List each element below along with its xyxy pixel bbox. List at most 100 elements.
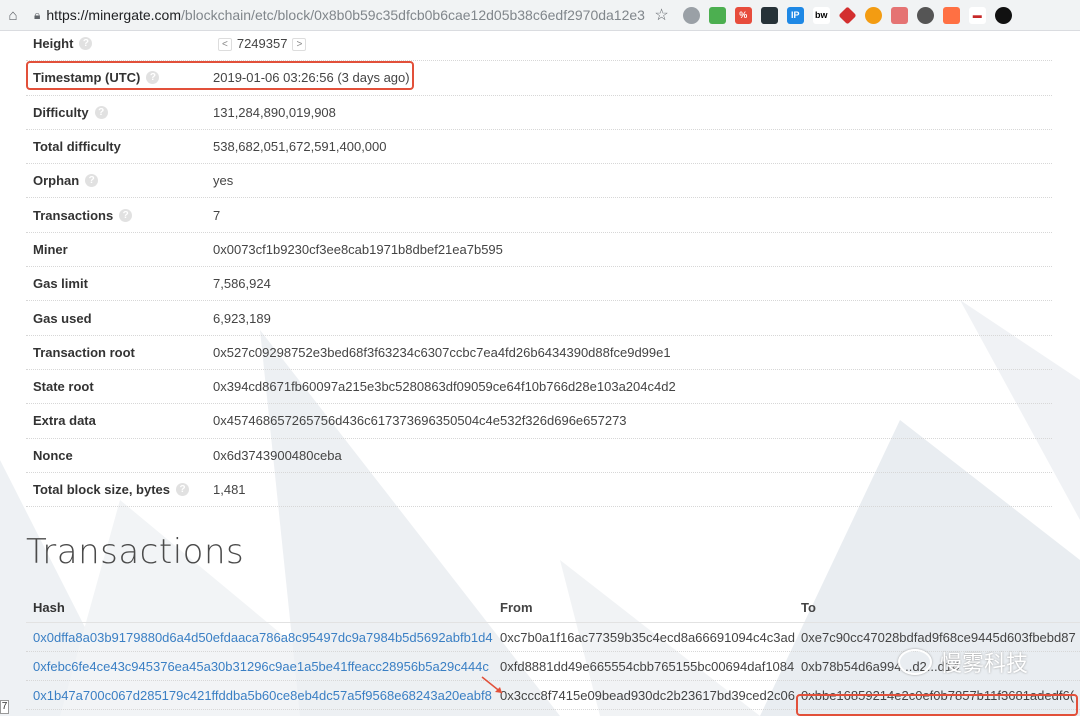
- property-label: State root: [33, 379, 94, 394]
- extension-percent-icon[interactable]: %: [734, 6, 752, 24]
- property-label-text: Total block size, bytes: [33, 482, 171, 497]
- property-row: Difficulty? 131,284,890,019,908: [26, 96, 1052, 130]
- property-value: 0x6d3743900480ceba: [213, 447, 342, 463]
- property-row: Total difficulty 538,682,051,672,591,400,…: [26, 130, 1052, 165]
- property-value: <7249357 >: [213, 36, 307, 52]
- property-value: 7: [213, 207, 221, 223]
- property-label-text: Orphan: [33, 173, 80, 189]
- extension-diamond-icon[interactable]: [838, 5, 857, 25]
- block-properties-table: Height? <7249357 > Timestamp (UTC)? 2019-01-…: [26, 27, 1052, 508]
- to-address-highlight-box: [796, 694, 1078, 716]
- property-label: Gas limit: [33, 276, 88, 291]
- browser-toolbar: ⌂ 🔒︎ https://minergate.com/blockchain/et…: [0, 0, 1080, 31]
- property-label: Gas used: [33, 311, 92, 326]
- property-label: Miner: [33, 242, 68, 257]
- tx-hash-link[interactable]: 0xfebc6fe4ce43c945376ea45a30b31296c9ae1a…: [33, 659, 489, 674]
- property-label: Orphan?: [33, 173, 99, 189]
- watermark: 慢雾科技: [898, 646, 1028, 678]
- property-value: 7,586,924: [213, 276, 271, 292]
- col-from-header: From: [500, 599, 533, 615]
- property-label-text: State root: [33, 379, 94, 395]
- transactions-heading: Transactions: [26, 532, 245, 572]
- property-label-text: Height: [33, 36, 74, 52]
- extension-dark-icon[interactable]: [994, 6, 1012, 24]
- property-row: Total block size, bytes? 1,481: [26, 473, 1052, 508]
- extension-ip-icon[interactable]: IP: [786, 6, 804, 24]
- bookmark-star-icon[interactable]: ☆: [654, 5, 668, 25]
- property-value: 0x457468657265756d436c617373696350504c4e…: [213, 413, 627, 429]
- property-value: 6,923,189: [213, 310, 271, 326]
- property-value: 1,481: [213, 482, 246, 497]
- property-value: 0x394cd8671fb60097a215e3bc5280863df09059…: [213, 379, 676, 395]
- property-label: Transactions?: [33, 207, 133, 223]
- property-value: 0x0073cf1b9230cf3ee8cab1971b8dbef21ea7b5…: [213, 241, 503, 257]
- help-icon[interactable]: ?: [119, 208, 133, 222]
- property-row: Height? <7249357 >: [26, 27, 1052, 62]
- property-row: Orphan? yes: [26, 164, 1052, 199]
- address-bar[interactable]: https://minergate.com/blockchain/etc/blo…: [46, 7, 646, 23]
- property-value: 131,284,890,019,908: [213, 104, 336, 120]
- property-label-text: Miner: [33, 241, 68, 257]
- property-label-text: Difficulty: [33, 104, 89, 120]
- property-label-text: Nonce: [33, 447, 73, 463]
- property-value: yes: [213, 173, 234, 189]
- property-row: Nonce 0x6d3743900480ceba: [26, 439, 1052, 473]
- property-label-text: Gas limit: [33, 276, 88, 292]
- property-row: State root 0x394cd8671fb60097a215e3bc5280…: [26, 370, 1052, 405]
- extension-glasses-icon[interactable]: ▬: [968, 6, 986, 24]
- extension-cookie-icon[interactable]: [864, 6, 882, 24]
- profile-circle-icon[interactable]: [682, 6, 700, 24]
- tx-hash-link[interactable]: 0x1b47a700c067d285179c421ffddba5b60ce8eb…: [33, 688, 492, 703]
- extension-fox-icon[interactable]: [890, 6, 908, 24]
- help-icon[interactable]: ?: [79, 37, 93, 51]
- property-value: 0x527c09298752e3bed68f3f63234c6307ccbc7e…: [213, 344, 671, 360]
- extension-planet-icon[interactable]: [916, 6, 934, 24]
- transactions-header-row: Hash From To: [26, 592, 1080, 623]
- tx-hash-link[interactable]: 0x0dffa8a03b9179880d6a4d50efdaaca786a8c9…: [33, 630, 493, 645]
- help-icon[interactable]: ?: [85, 174, 99, 188]
- tx-to-address: 0xe7c90cc47028bdfad9f68ce9445d603fbebd87: [801, 629, 1076, 645]
- property-row: Gas used 6,923,189: [26, 301, 1052, 336]
- property-label: Extra data: [33, 413, 96, 428]
- help-icon[interactable]: ?: [176, 483, 190, 496]
- url-host: https://minergate.com: [46, 7, 182, 23]
- property-value-text: 7249357: [236, 36, 288, 52]
- tx-from-address: 0xc7b0a1f16ac77359b35c4ecd8a66691094c4c3…: [500, 629, 795, 645]
- property-label-text: Extra data: [33, 413, 96, 429]
- property-label-text: Gas used: [33, 310, 92, 326]
- property-row: Transaction root 0x527c09298752e3bed68f3f…: [26, 336, 1052, 370]
- tx-from-address: 0xfd8881dd49e665554cbb765155bc00694daf10…: [500, 658, 795, 674]
- extension-bw-icon[interactable]: bw: [812, 6, 830, 24]
- col-to-header: To: [801, 599, 816, 615]
- property-label: Transaction root: [33, 345, 135, 360]
- extension-icons: % IP bw ▬: [682, 5, 1012, 25]
- extension-terminal-icon[interactable]: [760, 6, 778, 24]
- property-row: Miner 0x0073cf1b9230cf3ee8cab1971b8dbef21…: [26, 233, 1052, 268]
- next-block-icon[interactable]: >: [292, 38, 307, 52]
- prev-block-icon[interactable]: <: [218, 38, 232, 52]
- property-row: Gas limit 7,586,924: [26, 267, 1052, 302]
- extension-hex-icon[interactable]: [708, 6, 726, 24]
- property-row: Extra data 0x457468657265756d436c61737369…: [26, 404, 1052, 439]
- url-path: /blockchain/etc/block/0x8b0b59c35dfcb0b6…: [181, 7, 647, 23]
- property-row: Transactions? 7: [26, 198, 1052, 233]
- lock-icon[interactable]: 🔒︎: [34, 8, 40, 23]
- home-icon[interactable]: ⌂: [0, 7, 26, 24]
- col-hash-header: Hash: [33, 599, 65, 615]
- red-arrow-annotation: [481, 676, 503, 694]
- property-label: Total block size, bytes?: [33, 482, 190, 497]
- property-label: Total difficulty: [33, 139, 121, 154]
- tx-from-address: 0x3ccc8f7415e09bead930dc2b23617bd39ced2c…: [500, 687, 795, 703]
- extension-shield-icon[interactable]: [942, 6, 960, 24]
- property-label-text: Transactions: [33, 207, 114, 223]
- property-label: Height?: [33, 36, 93, 52]
- property-value: 538,682,051,672,591,400,000: [213, 139, 387, 155]
- property-label-text: Total difficulty: [33, 139, 121, 155]
- timestamp-highlight-box: [26, 61, 414, 90]
- help-icon[interactable]: ?: [94, 105, 108, 119]
- property-label-text: Transaction root: [33, 344, 135, 360]
- watermark-text: 慢雾科技: [940, 651, 1029, 676]
- property-label: Difficulty?: [33, 105, 108, 120]
- property-label: Nonce: [33, 448, 73, 463]
- row-count-marker: 7: [0, 700, 9, 714]
